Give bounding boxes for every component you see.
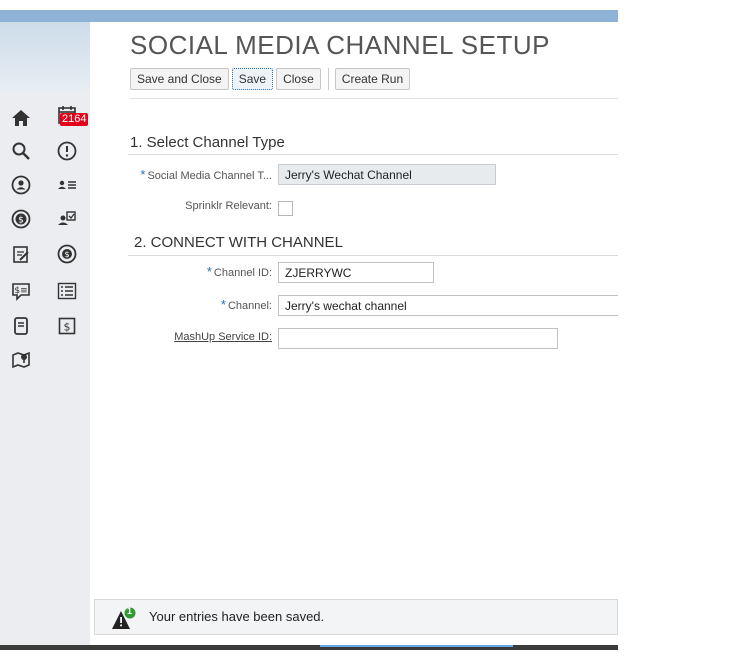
notification-badge[interactable]: 2164 [60,113,89,126]
refresh-money-icon[interactable]: $ [56,243,78,265]
create-run-button[interactable]: Create Run [334,68,411,90]
money-icon[interactable]: $ [10,208,32,230]
document-icon[interactable] [10,315,32,337]
channel-type-label: * Social Media Channel T... [128,167,272,182]
channel-label-text: Channel: [227,300,272,312]
channel-id-label-text: Channel ID: [213,267,272,279]
bottom-strip [0,645,618,650]
report-edit-icon[interactable] [10,243,32,265]
channel-type-label-text: Social Media Channel T... [147,170,272,182]
message-text: Your entries have been saved. [149,609,325,624]
channel-id-field[interactable]: ZJERRYWC [278,262,434,283]
top-header-strip [0,10,618,22]
sprinklr-relevant-checkbox[interactable] [278,201,293,216]
message-count: 1 [127,606,133,616]
home-icon[interactable] [10,107,32,129]
dollar-doc-icon[interactable]: $ [56,315,78,337]
nav-header [0,22,90,90]
map-pin-icon[interactable] [10,348,32,370]
contact-assign-icon[interactable] [56,208,78,230]
save-button[interactable]: Save [231,68,274,90]
mashup-service-id-field[interactable] [278,328,558,349]
mashup-service-id-link[interactable]: MashUp Service ID: [128,331,272,343]
section-divider-2 [128,255,618,256]
page-title: SOCIAL MEDIA CHANNEL SETUP [130,30,550,60]
section-heading-connect: 2. CONNECT WITH CHANNEL [134,234,343,251]
required-marker: * [140,167,146,182]
alert-icon[interactable] [56,140,78,162]
required-marker: * [220,297,226,312]
search-icon[interactable] [10,140,32,162]
svg-text:$: $ [64,321,71,334]
toolbar-divider [130,98,618,99]
sprinklr-relevant-label: Sprinklr Relevant: [185,200,272,212]
svg-text:$: $ [64,250,69,259]
toolbar: Save and Close Save Close Create Run [130,68,413,90]
main-panel: SOCIAL MEDIA CHANNEL SETUP Save and Clos… [100,22,618,650]
message-bar: 1 Your entries have been saved. [94,599,618,635]
channel-id-label: * Channel ID: [128,264,272,279]
channel-field[interactable]: Jerry's wechat channel [278,295,618,316]
contacts-icon[interactable] [56,174,78,196]
chat-money-icon[interactable]: $≡ [10,280,32,302]
svg-text:$≡: $≡ [14,286,27,296]
required-marker: * [206,264,212,279]
save-and-close-button[interactable]: Save and Close [130,68,229,90]
account-icon[interactable] [10,174,32,196]
list-icon[interactable] [56,280,78,302]
channel-type-field[interactable]: Jerry's Wechat Channel [278,164,496,185]
toolbar-separator [327,68,329,90]
warning-icon[interactable]: 1 [111,606,137,631]
section-divider [128,154,618,155]
close-button[interactable]: Close [276,68,321,90]
channel-label: * Channel: [128,297,272,312]
svg-text:$: $ [18,216,24,226]
section-heading-channel-type: 1. Select Channel Type [130,134,285,151]
bottom-scroll-indicator [320,645,513,647]
